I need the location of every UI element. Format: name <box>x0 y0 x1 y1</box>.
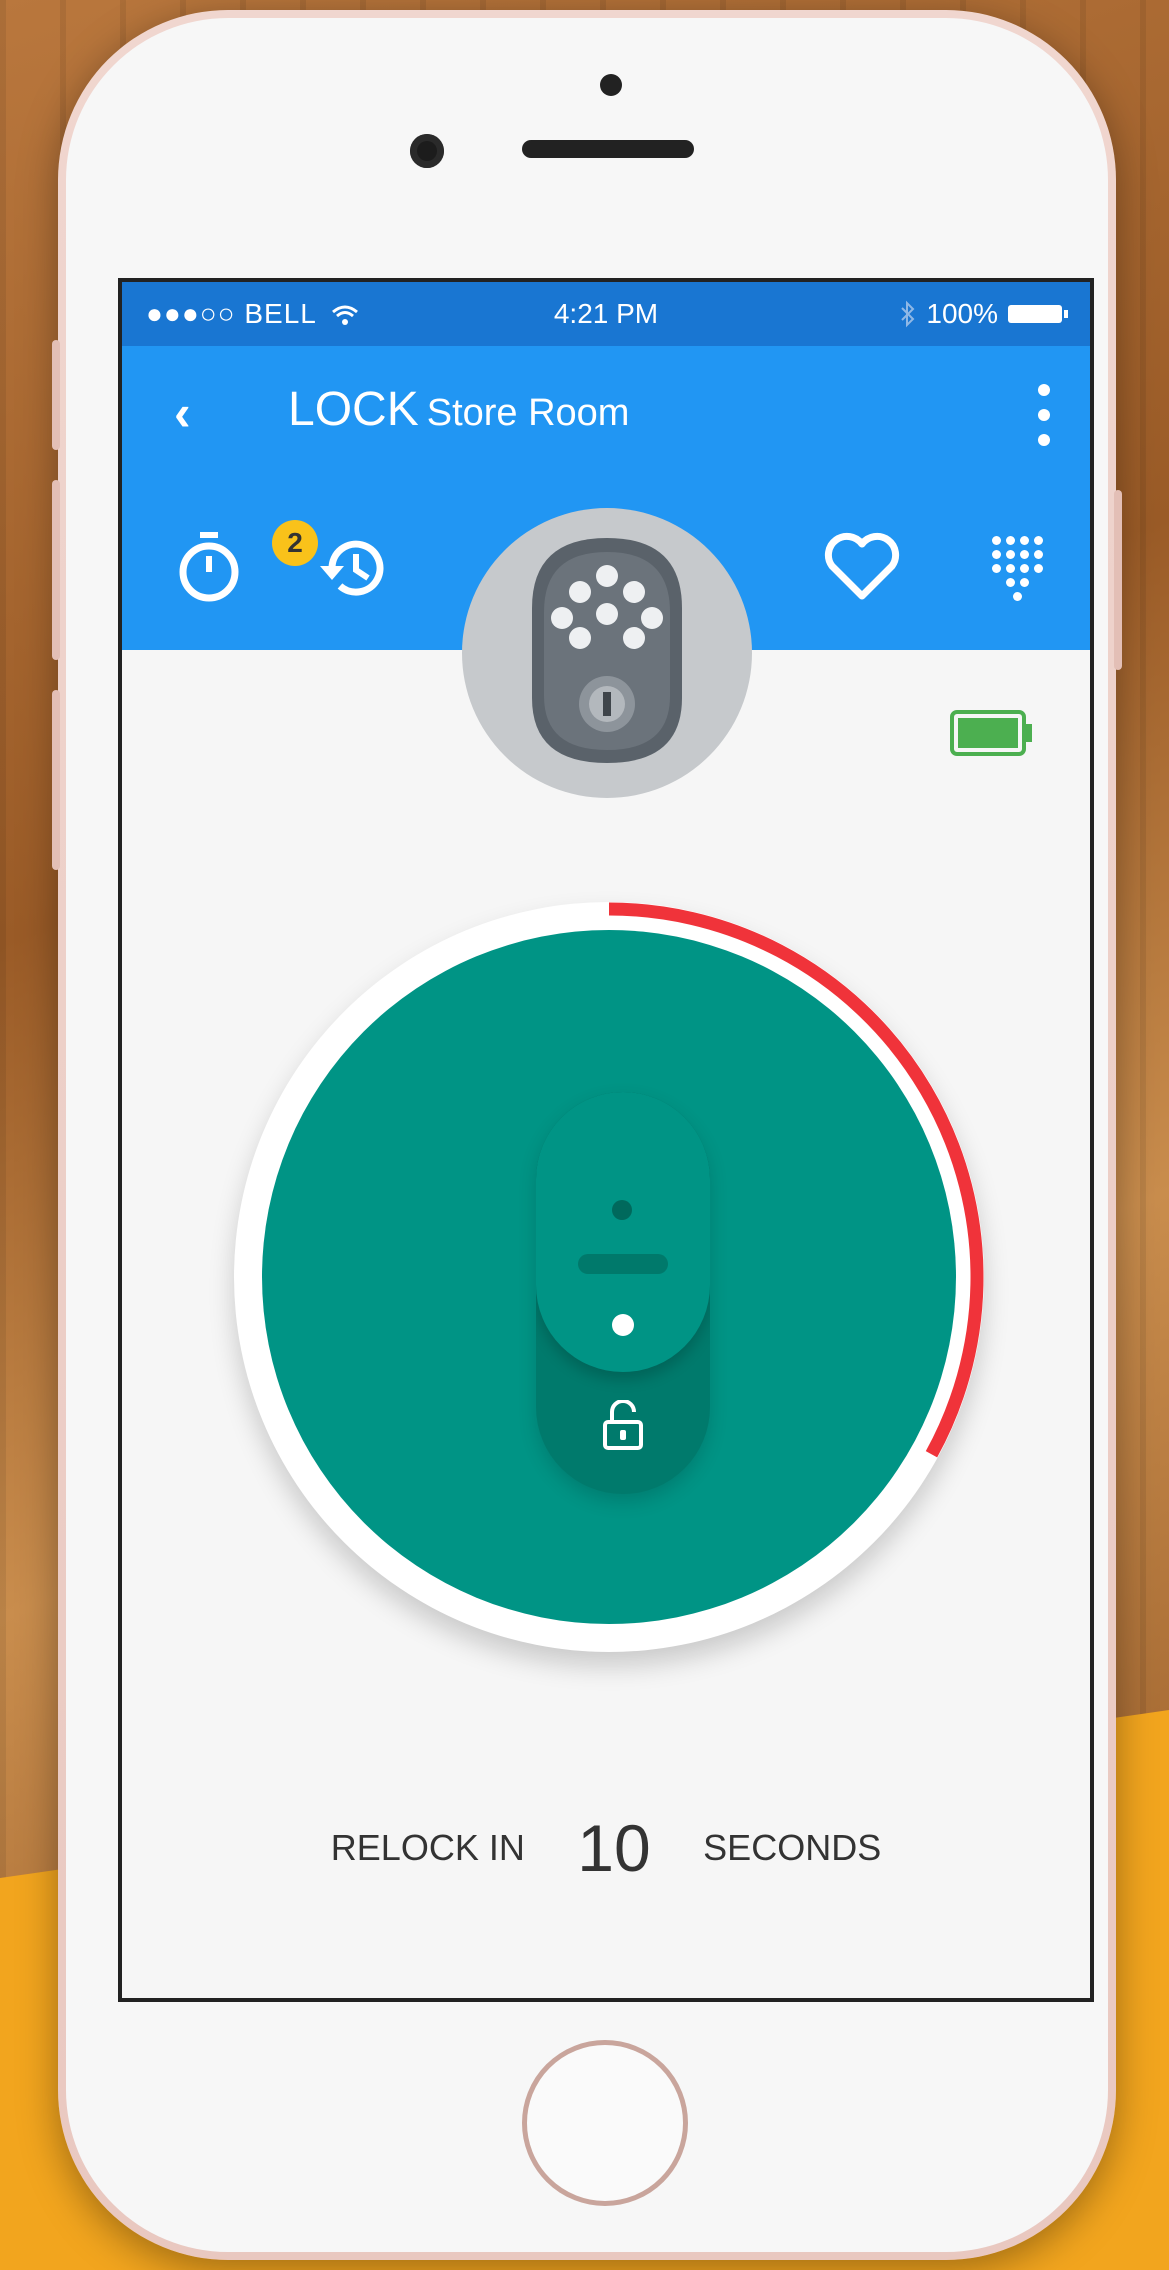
lock-device-image <box>462 508 752 798</box>
home-button[interactable] <box>522 2040 688 2206</box>
battery-icon <box>950 710 1032 756</box>
device-name-label: Store Room <box>426 392 630 434</box>
favorite-icon <box>824 532 900 600</box>
relock-seconds: 10 <box>577 1811 651 1885</box>
battery-percent: 100% <box>926 298 998 329</box>
volume-up-button <box>52 480 60 660</box>
history-icon <box>320 540 384 596</box>
keypad-icon[interactable] <box>992 536 1043 602</box>
unlock-icon <box>603 1400 643 1450</box>
history-button[interactable] <box>318 532 394 608</box>
timer-button[interactable]: 2 <box>174 520 318 608</box>
lock-button[interactable] <box>262 930 956 1624</box>
battery-status: 100% <box>900 298 1068 330</box>
toggle-indicator-active <box>612 1314 634 1336</box>
status-bar: ●●●○○ BELL 4:21 PM 100% <box>122 282 1090 346</box>
device-type-label: LOCK <box>288 383 419 436</box>
back-icon[interactable]: ‹ <box>174 388 220 438</box>
bluetooth-icon <box>901 300 915 328</box>
battery-mini-icon <box>1008 305 1068 323</box>
front-camera <box>410 134 444 168</box>
app-bar: ‹ LOCK Store Room <box>122 346 1090 486</box>
page-title: LOCK Store Room <box>288 382 629 437</box>
relock-suffix: SECONDS <box>703 1827 882 1868</box>
lock-toggle[interactable] <box>536 1092 710 1494</box>
earpiece-speaker <box>522 140 694 158</box>
timer-icon <box>179 532 239 602</box>
toggle-indicator-top <box>612 1200 632 1220</box>
relock-prefix: RELOCK IN <box>330 1827 525 1868</box>
app-screen: ●●●○○ BELL 4:21 PM 100% ‹ LOCK Store Room <box>118 278 1094 2002</box>
mute-switch <box>52 340 60 450</box>
relock-countdown: RELOCK IN 10 SECONDS <box>122 1810 1090 1886</box>
toggle-grip <box>578 1254 668 1274</box>
lock-control[interactable] <box>234 902 984 1652</box>
power-button <box>1114 490 1122 670</box>
timer-badge: 2 <box>272 520 318 566</box>
volume-down-button <box>52 690 60 870</box>
more-icon[interactable] <box>1034 384 1054 446</box>
proximity-sensor <box>600 74 622 96</box>
toggle-knob[interactable] <box>536 1092 710 1372</box>
favorite-button[interactable] <box>822 532 902 604</box>
